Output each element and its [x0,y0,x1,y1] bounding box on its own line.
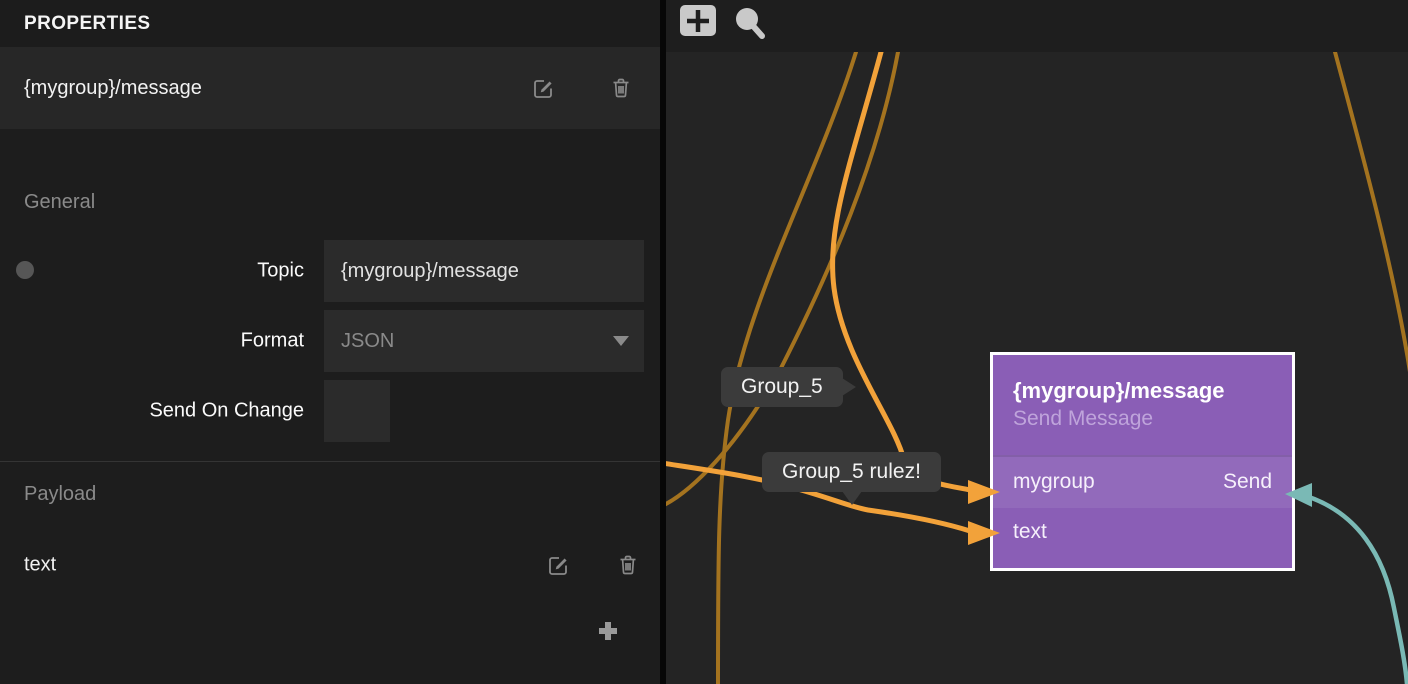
panel-title: PROPERTIES [24,13,150,35]
tooltip-tail-down [842,491,862,505]
add-node-button[interactable] [680,5,716,36]
send-on-change-row: Send On Change [0,380,660,442]
format-label: Format [241,330,304,353]
arrowhead-send [1285,483,1312,507]
plus-icon [685,8,711,34]
edit-button[interactable] [531,76,555,100]
edit-icon [546,553,570,577]
send-on-change-checkbox[interactable] [324,380,390,442]
arrowhead-mygroup [968,480,1000,504]
topic-row: Topic {mygroup}/message [0,240,660,302]
properties-panel: PROPERTIES {mygroup}/message General [0,0,660,684]
canvas-toolbar [666,0,1408,52]
format-value: JSON [341,330,394,353]
topic-input[interactable]: {mygroup}/message [324,240,644,302]
edge-layer [666,0,1408,684]
edge-label-text: Group_5 [741,375,823,398]
edge-orange-to-mygroup[interactable] [833,52,970,490]
plus-icon [596,619,620,643]
trash-icon [609,76,633,100]
topic-value: {mygroup}/message [341,260,519,283]
search-icon [734,6,768,40]
edit-icon [531,76,555,100]
selected-node-actions [531,76,633,100]
topic-label: Topic [257,260,304,283]
trash-icon [616,553,640,577]
send-on-change-label: Send On Change [149,400,304,423]
payload-section-label: Payload [24,483,96,506]
payload-section: Payload text [0,461,660,684]
arrowhead-text [968,521,1000,545]
edge-teal-to-send[interactable] [1306,496,1407,684]
edge-orange-dim-right[interactable] [1335,52,1408,372]
canvas[interactable]: {mygroup}/message Send Message mygroup S… [666,0,1408,684]
chevron-down-icon [613,336,629,346]
payload-item-row[interactable]: text [0,541,660,589]
properties-panel-header: PROPERTIES [0,0,660,47]
search-button[interactable] [734,6,768,40]
format-row: Format JSON [0,310,660,372]
general-section-label: General [24,191,95,214]
edge-label-group5-rulez[interactable]: Group_5 rulez! [762,452,941,492]
payload-delete-button[interactable] [616,553,640,577]
tooltip-tail-right [842,378,856,396]
payload-edit-button[interactable] [546,553,570,577]
payload-item-name: text [24,554,56,577]
delete-button[interactable] [609,76,633,100]
selected-node-row[interactable]: {mygroup}/message [0,47,660,129]
add-payload-button[interactable] [596,619,620,643]
format-select[interactable]: JSON [324,310,644,372]
edge-label-group5[interactable]: Group_5 [721,367,843,407]
edge-label-text: Group_5 rulez! [782,460,921,483]
selected-node-name: {mygroup}/message [24,77,202,100]
